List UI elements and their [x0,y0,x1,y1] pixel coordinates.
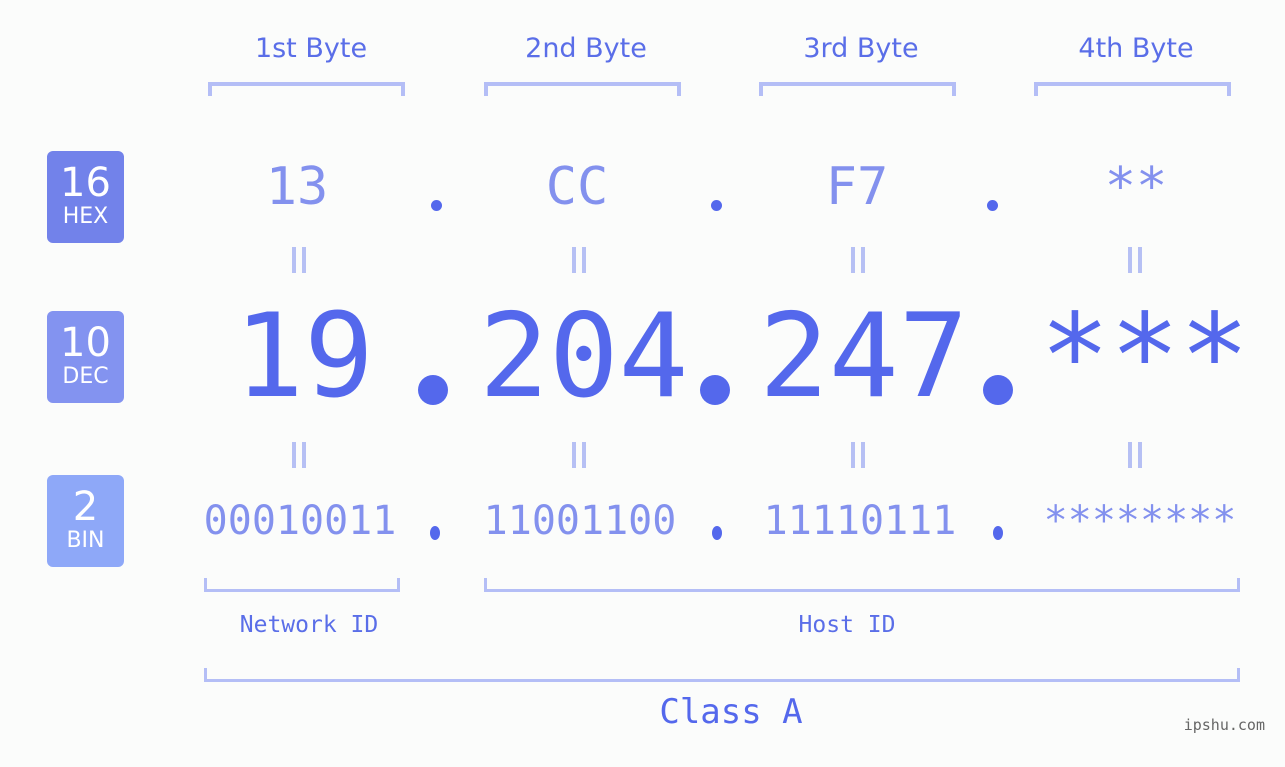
bin-separator-dot [430,526,440,540]
byte-title-4: 4th Byte [1078,33,1194,64]
hex-value-4: ** [1104,157,1168,217]
byte-title-2: 2nd Byte [525,33,647,64]
dec-separator-dot [700,375,730,405]
network-id-label: Network ID [239,612,379,638]
bin-value-2: 11001100 [483,498,677,544]
dec-value-3: 247 [759,289,969,424]
host-id-label: Host ID [798,612,896,638]
equals-icon [849,442,869,468]
byte-bracket-4 [1034,82,1231,96]
byte-bracket-1 [208,82,405,96]
equals-icon [290,247,310,273]
equals-icon [570,442,590,468]
bin-value-1: 00010011 [203,498,397,544]
hex-value-1: 13 [265,157,329,217]
equals-icon [849,247,869,273]
hex-separator-dot [431,200,442,211]
byte-bracket-2 [484,82,681,96]
bin-badge: 2 BIN [47,475,124,567]
byte-bracket-3 [759,82,956,96]
network-id-bracket [204,578,400,592]
bin-separator-dot [993,526,1003,540]
equals-icon [1126,442,1146,468]
equals-icon [290,442,310,468]
equals-icon [1126,247,1146,273]
class-label: Class A [659,692,803,732]
byte-title-1: 1st Byte [254,33,368,64]
hex-separator-dot [987,200,998,211]
dec-base-label: DEC [62,364,109,389]
hex-value-3: F7 [825,157,889,217]
hex-separator-dot [711,200,722,211]
hex-base-label: HEX [62,204,109,229]
dec-value-1: 19 [234,289,374,424]
dec-value-2: 204 [479,289,689,424]
brand-watermark: ipshu.com [1183,716,1265,734]
equals-icon [570,247,590,273]
host-id-bracket [484,578,1240,592]
class-bracket [204,668,1240,682]
bin-value-3: 11110111 [763,498,957,544]
hex-base-number: 16 [60,160,111,206]
dec-base-number: 10 [60,320,111,366]
hex-value-2: CC [545,157,609,217]
bin-base-number: 2 [72,484,99,530]
bin-value-4: ******** [1043,498,1237,544]
byte-title-3: 3rd Byte [803,33,919,64]
bin-base-label: BIN [66,528,105,553]
dec-separator-dot [983,375,1013,405]
dec-badge: 10 DEC [47,311,124,403]
hex-badge: 16 HEX [47,151,124,243]
bin-separator-dot [712,526,722,540]
dec-value-4: *** [1040,289,1250,424]
dec-separator-dot [418,375,448,405]
